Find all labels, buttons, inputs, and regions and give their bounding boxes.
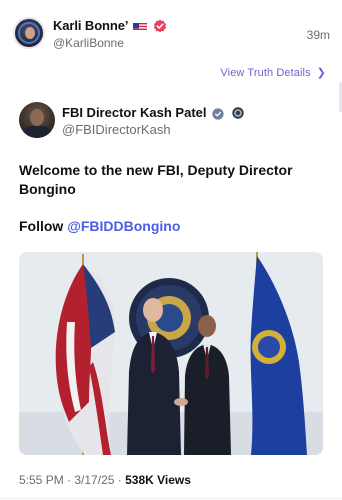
quoted-author-name-text: FBI Director Kash Patel [62,105,207,120]
quoted-post-follow-line: Follow @FBIDDBongino [19,218,180,234]
post-photo[interactable] [19,252,323,455]
quoted-avatar-suit [22,126,52,138]
author-name[interactable]: Karli Bonne’ [53,18,167,33]
quoted-avatar-face [30,109,44,126]
views-label: Views [153,473,191,487]
author-name-text: Karli Bonne’ [53,18,128,33]
us-flag-icon [133,21,148,31]
post-header: Karli Bonne’ @KarliBonne 39m [13,17,334,53]
footer-date: 3/17/25 [74,473,115,487]
author-handle[interactable]: @KarliBonne [53,36,124,50]
footer-sep: · [114,473,126,487]
divider [0,498,342,499]
follow-prefix: Follow [19,218,68,234]
view-truth-details-link[interactable]: View Truth Details ❯ [220,66,326,79]
footer-sep: · [63,473,75,487]
view-truth-details-label: View Truth Details [220,67,311,79]
quoted-post-text: Welcome to the new FBI, Deputy Director … [19,162,293,197]
avatar[interactable] [13,17,45,49]
truth-post-view: Karli Bonne’ @KarliBonne 39m View Truth … [0,0,342,500]
mention-link[interactable]: @FBIDDBongino [67,218,180,234]
fbi-seal-icon [232,107,244,119]
quoted-author-handle[interactable]: @FBIDirectorKash [62,122,171,137]
post-time: 39m [306,28,330,42]
post-footer: 5:55 PM · 3/17/25 · 538K Views [19,473,191,487]
views-count: 538K [125,473,154,487]
footer-time: 5:55 PM [19,473,64,487]
avatar-face [25,27,35,39]
quoted-author-name[interactable]: FBI Director Kash Patel [62,105,244,122]
chevron-right-icon: ❯ [316,67,326,79]
quoted-avatar[interactable] [19,102,55,138]
verified-badge-icon [212,108,226,122]
verified-badge-icon [153,19,167,33]
